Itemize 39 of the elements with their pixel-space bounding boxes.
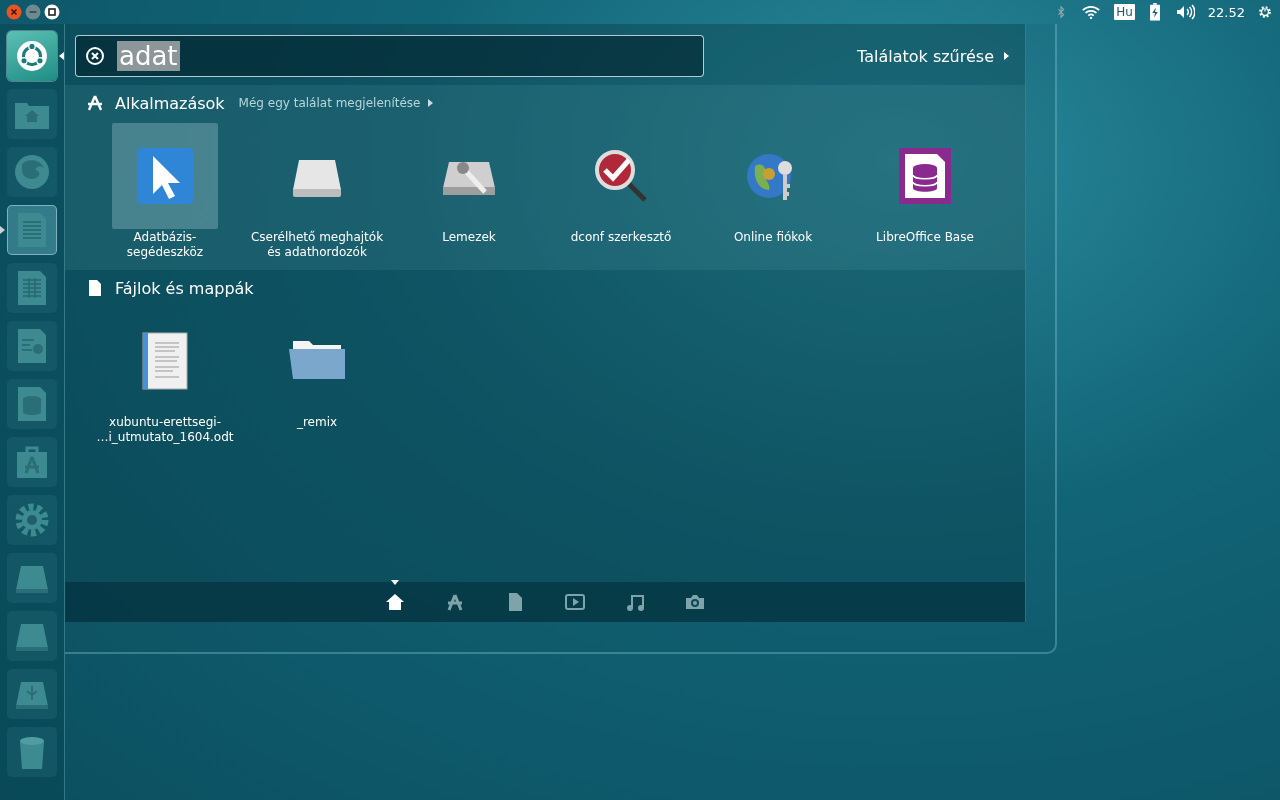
- result-label[interactable]: Lemezek: [442, 230, 496, 245]
- battery-charging-icon[interactable]: [1147, 3, 1162, 21]
- volume-icon[interactable]: [1174, 3, 1195, 21]
- home-icon: [385, 592, 405, 612]
- result-label[interactable]: Cserélhető meghajtók és adathordozók: [250, 230, 384, 260]
- category-title: Alkalmazások: [115, 93, 225, 113]
- close-button[interactable]: [6, 4, 22, 20]
- apps-icon: [445, 592, 465, 612]
- search-query: adat: [117, 41, 180, 71]
- maximize-button[interactable]: [44, 4, 60, 20]
- triangle-right-icon: [428, 99, 434, 107]
- keyboard-layout-indicator[interactable]: Hu: [1114, 4, 1135, 20]
- selected-indicator-icon: [391, 580, 399, 585]
- category-title: Fájlok és mappák: [115, 278, 254, 298]
- clock[interactable]: 22.52: [1207, 4, 1245, 20]
- result-label[interactable]: xubuntu-erettsegi- …i_utmutato_1604.odt: [96, 415, 234, 445]
- result-label[interactable]: Online fiókok: [733, 230, 813, 245]
- power-gear-icon[interactable]: [1258, 3, 1272, 21]
- result-label[interactable]: LibreOffice Base: [876, 230, 974, 245]
- selected-result-highlight[interactable]: [112, 123, 218, 229]
- running-indicator-icon: [0, 226, 5, 234]
- result-label[interactable]: Adatbázis- segédeszköz: [126, 230, 204, 260]
- result-label[interactable]: dconf szerkesztő: [570, 230, 672, 245]
- music-note-icon: [625, 592, 645, 612]
- camera-icon: [685, 592, 705, 612]
- triangle-right-icon: [1004, 52, 1009, 60]
- wifi-icon[interactable]: [1081, 3, 1102, 21]
- document-icon: [87, 280, 103, 296]
- result-label[interactable]: _remix: [296, 415, 338, 430]
- clear-search-icon[interactable]: [85, 46, 105, 66]
- globe-icon: [12, 152, 52, 192]
- ubuntu-logo-icon: [16, 40, 48, 72]
- show-more-link[interactable]: Még egy találat megjelenítése: [238, 96, 421, 110]
- writer-launcher-button[interactable]: [7, 205, 57, 255]
- video-icon: [565, 592, 585, 612]
- dash-launcher-button[interactable]: [7, 31, 57, 81]
- apps-category-icon: [87, 95, 103, 111]
- filter-results-link[interactable]: Találatok szűrése: [857, 46, 994, 66]
- trash-launcher-button[interactable]: [7, 727, 57, 777]
